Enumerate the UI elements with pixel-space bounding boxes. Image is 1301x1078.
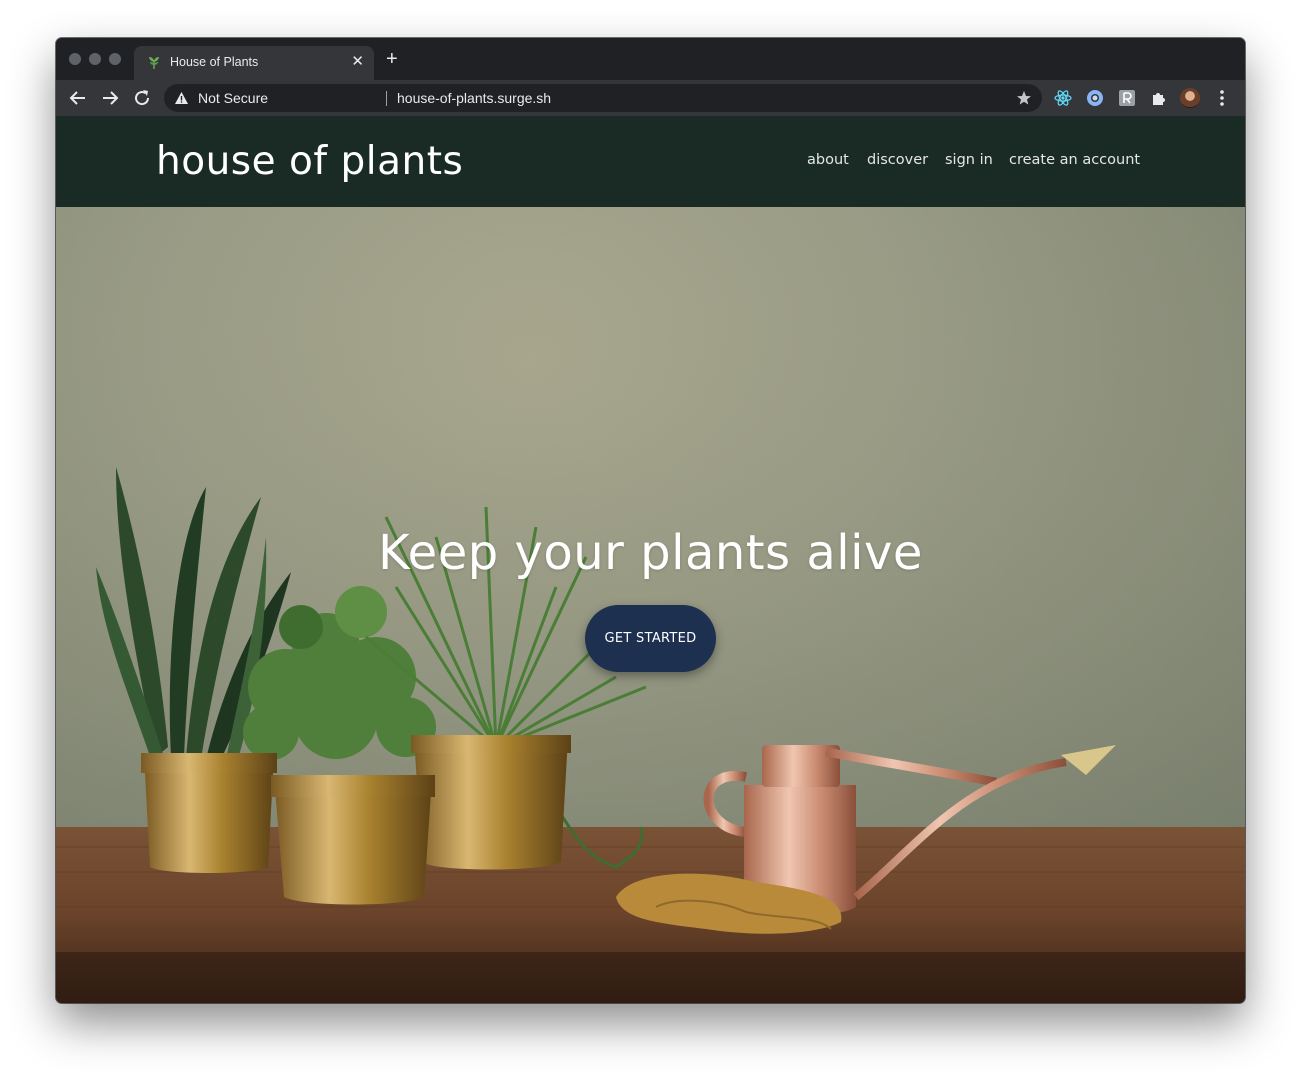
close-window-button[interactable] — [69, 53, 81, 65]
browser-toolbar: Not Secure house-of-plants.surge.sh — [56, 80, 1245, 116]
new-tab-icon[interactable]: + — [386, 49, 398, 69]
nav-about-link[interactable]: about — [807, 152, 849, 168]
hero-headline: Keep your plants alive — [378, 525, 923, 581]
bookmark-star-icon[interactable] — [1016, 90, 1032, 106]
nav-create-account-link[interactable]: create an account — [1009, 152, 1140, 168]
back-arrow-icon[interactable] — [67, 87, 89, 109]
profile-avatar[interactable] — [1180, 88, 1200, 108]
zoom-window-button[interactable] — [109, 53, 121, 65]
r-extension-icon[interactable] — [1118, 89, 1136, 107]
tab-strip: House of Plants ✕ + — [56, 38, 1245, 80]
forward-arrow-icon[interactable] — [99, 87, 121, 109]
ring-extension-icon[interactable] — [1086, 89, 1104, 107]
react-devtools-icon[interactable] — [1054, 89, 1072, 107]
close-tab-icon[interactable]: ✕ — [351, 52, 364, 70]
reload-icon[interactable] — [131, 87, 153, 109]
browser-tab[interactable]: House of Plants ✕ — [134, 46, 374, 80]
minimize-window-button[interactable] — [89, 53, 101, 65]
address-bar[interactable]: Not Secure house-of-plants.surge.sh — [164, 84, 1042, 112]
address-divider — [386, 91, 387, 106]
more-menu-icon[interactable] — [1219, 89, 1225, 107]
puzzle-extensions-icon[interactable] — [1150, 89, 1168, 107]
url-text[interactable]: house-of-plants.surge.sh — [397, 90, 551, 106]
browser-window: House of Plants ✕ + Not Secure house-of-… — [56, 38, 1245, 1003]
tab-title: House of Plants — [170, 55, 259, 69]
get-started-button[interactable]: GET STARTED — [585, 605, 716, 672]
site-header: house of plants about discover sign in c… — [56, 116, 1245, 207]
hero-section: Keep your plants alive GET STARTED — [56, 207, 1245, 1003]
security-status-label[interactable]: Not Secure — [198, 90, 268, 106]
plant-favicon-icon — [149, 57, 159, 69]
site-logo[interactable]: house of plants — [156, 139, 463, 184]
web-page: house of plants about discover sign in c… — [56, 116, 1245, 1003]
nav-discover-link[interactable]: discover — [867, 152, 928, 168]
warning-icon[interactable] — [174, 91, 189, 105]
nav-sign-in-link[interactable]: sign in — [945, 152, 993, 168]
